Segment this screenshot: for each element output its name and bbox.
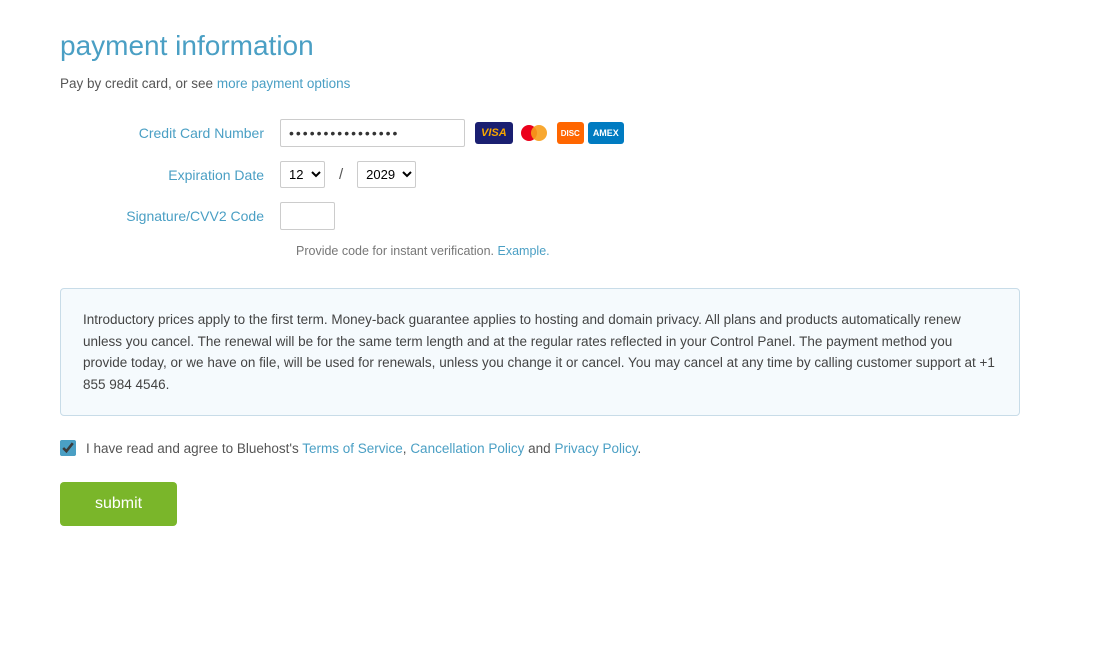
month-select[interactable]: 01 02 03 04 05 06 07 08 09 10 11 12 — [280, 161, 325, 188]
tos-link[interactable]: Terms of Service — [302, 441, 403, 456]
expiration-label: Expiration Date — [60, 167, 280, 183]
agree-and: and — [528, 441, 551, 456]
info-box: Introductory prices apply to the first t… — [60, 288, 1020, 416]
cancellation-link[interactable]: Cancellation Policy — [410, 441, 524, 456]
visa-icon: VISA — [475, 122, 513, 144]
privacy-link[interactable]: Privacy Policy — [554, 441, 637, 456]
amex-icon: AMEX — [588, 122, 624, 144]
cvv-input[interactable] — [280, 202, 335, 230]
credit-card-label: Credit Card Number — [60, 125, 280, 141]
agree-row: I have read and agree to Bluehost's Term… — [60, 440, 1033, 456]
agree-checkbox[interactable] — [60, 440, 76, 456]
credit-card-controls: VISA DISC AMEX — [280, 119, 624, 147]
page-title: payment information — [60, 30, 1033, 62]
expiration-row: Expiration Date 01 02 03 04 05 06 07 08 … — [60, 161, 1033, 188]
credit-card-row: Credit Card Number VISA DISC AMEX — [60, 119, 1033, 147]
agree-text: I have read and agree to Bluehost's Term… — [86, 441, 641, 456]
expiration-controls: 01 02 03 04 05 06 07 08 09 10 11 12 / 20… — [280, 161, 416, 188]
agree-prefix: I have read and agree to Bluehost's — [86, 441, 299, 456]
submit-button[interactable]: submit — [60, 482, 177, 526]
card-icons: VISA DISC AMEX — [475, 122, 624, 144]
payment-form: Credit Card Number VISA DISC AMEX Expira… — [60, 119, 1033, 258]
year-select[interactable]: 2024 2025 2026 2027 2028 2029 2030 2031 … — [357, 161, 416, 188]
mastercard-icon — [517, 122, 553, 144]
more-payment-options-link[interactable]: more payment options — [217, 76, 351, 91]
cvv-hint-static: Provide code for instant verification. — [296, 244, 494, 258]
cvv-row: Signature/CVV2 Code — [60, 202, 1033, 230]
expiry-separator: / — [339, 166, 343, 183]
info-box-text: Introductory prices apply to the first t… — [83, 309, 997, 395]
subtitle: Pay by credit card, or see more payment … — [60, 76, 1033, 91]
cvv-hint-text: Provide code for instant verification. E… — [296, 244, 1033, 258]
agree-period: . — [637, 441, 641, 456]
agree-comma: , — [403, 441, 407, 456]
subtitle-text: Pay by credit card, or see — [60, 76, 213, 91]
cvv-label: Signature/CVV2 Code — [60, 208, 280, 224]
cvv-controls — [280, 202, 335, 230]
cvv-example-link[interactable]: Example. — [498, 244, 550, 258]
credit-card-input[interactable] — [280, 119, 465, 147]
discover-icon: DISC — [557, 122, 584, 144]
